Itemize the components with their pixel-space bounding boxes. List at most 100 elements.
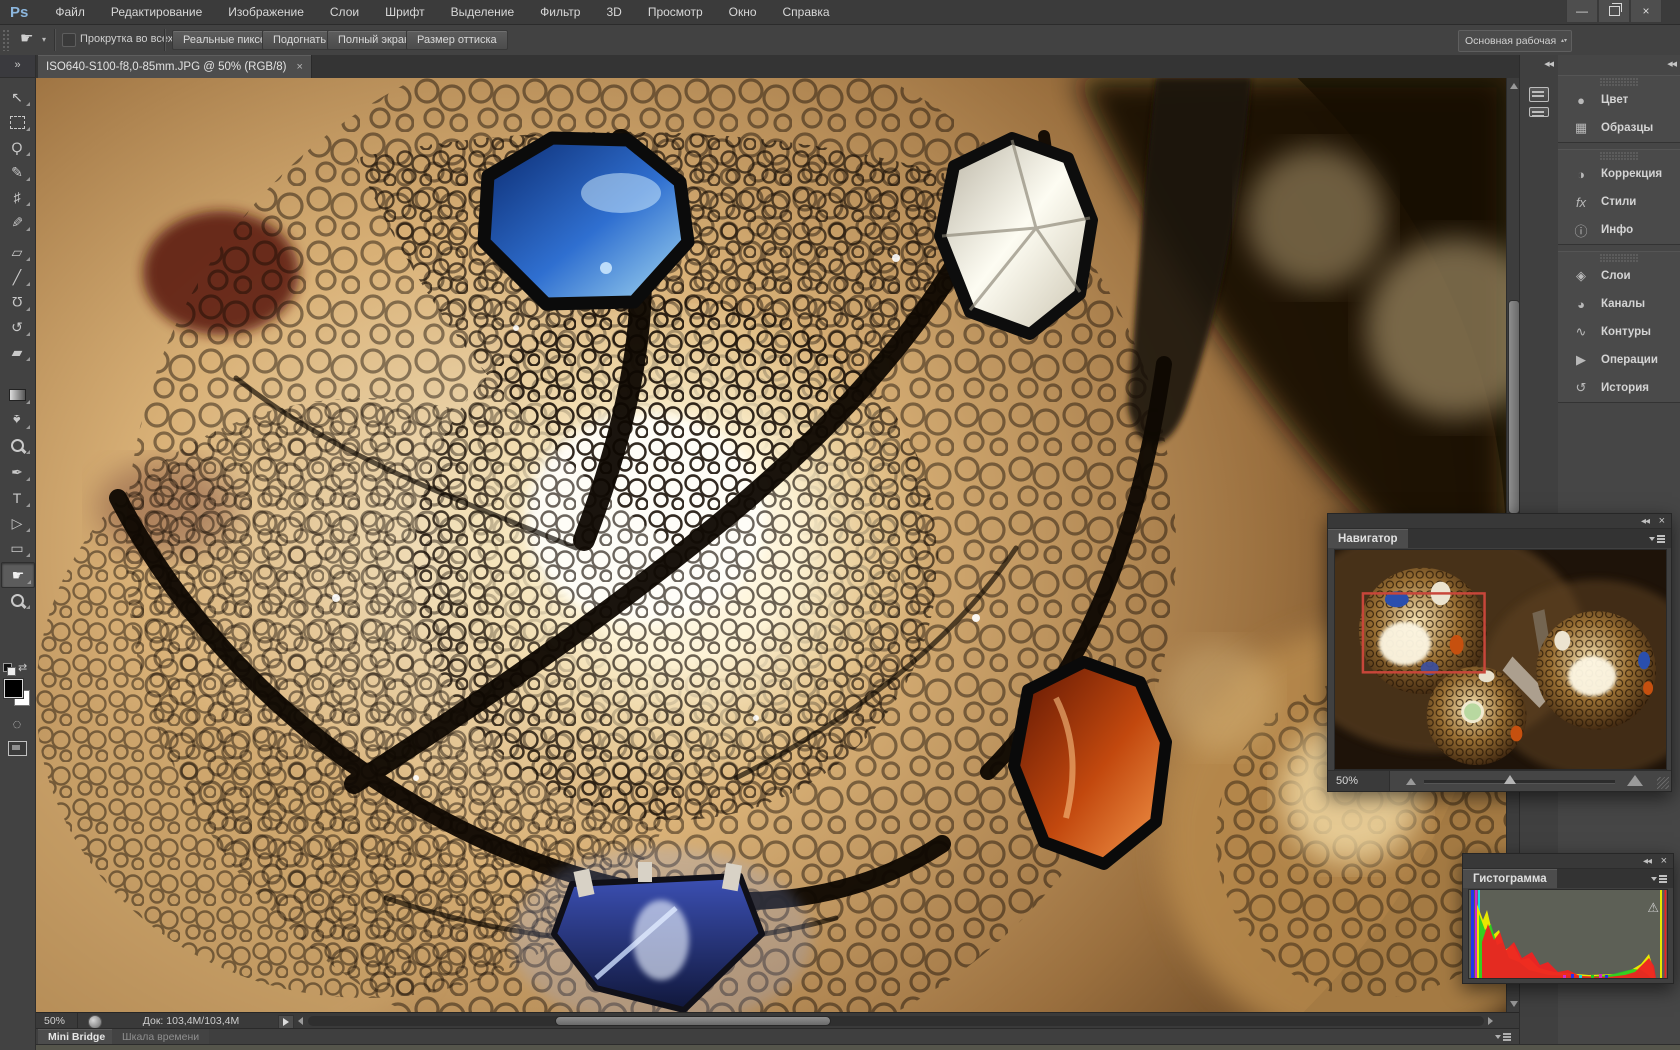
menu-edit[interactable]: Редактирование: [98, 0, 215, 24]
quick-mask-button[interactable]: ◌: [1, 713, 33, 735]
menu-file[interactable]: Файл: [42, 0, 98, 24]
tools-expand-button[interactable]: »: [0, 55, 35, 78]
menu-image[interactable]: Изображение: [215, 0, 317, 24]
dock-item-channels[interactable]: ◕ Каналы: [1558, 290, 1680, 318]
panel-group-gripper[interactable]: [1599, 152, 1639, 160]
scroll-up-icon[interactable]: [1510, 83, 1518, 89]
histogram-header[interactable]: ◀◀ ×: [1463, 854, 1673, 869]
eraser-tool[interactable]: ▰: [1, 340, 33, 364]
navigator-thumbnail[interactable]: [1334, 549, 1667, 770]
document-canvas[interactable]: [36, 78, 1506, 1012]
hand-tool-icon[interactable]: ☛: [20, 29, 33, 47]
panel-group-gripper[interactable]: [1599, 78, 1639, 86]
crop-tool[interactable]: ♯: [1, 185, 33, 209]
collapsed-panel-button-2[interactable]: [1529, 107, 1549, 117]
menu-select[interactable]: Выделение: [438, 0, 528, 24]
zoom-in-icon[interactable]: [1627, 775, 1643, 786]
dock-item-adjustments[interactable]: ◑ Коррекция: [1558, 160, 1680, 188]
zoom-tool[interactable]: [1, 588, 33, 612]
horizontal-scrollbar-thumb[interactable]: [555, 1016, 831, 1026]
path-selection-tool[interactable]: ▷: [1, 511, 33, 535]
dock-item-styles[interactable]: fx Стили: [1558, 188, 1680, 216]
menu-view[interactable]: Просмотр: [635, 0, 716, 24]
panel-close-icon[interactable]: ×: [1661, 854, 1667, 868]
panel-menu-icon[interactable]: [1649, 535, 1665, 543]
screen-mode-button[interactable]: [8, 741, 27, 756]
horizontal-scrollbar[interactable]: [308, 1016, 1484, 1026]
histogram-refresh-warning-icon[interactable]: ⚠: [1647, 900, 1659, 916]
dock-item-history[interactable]: ↺ История: [1558, 374, 1680, 402]
panel-collapse-icon[interactable]: ◀◀: [1643, 857, 1652, 865]
clone-stamp-tool[interactable]: Ω: [1, 290, 33, 314]
quick-selection-tool[interactable]: ✎: [1, 160, 33, 184]
rectangular-marquee-tool[interactable]: [1, 110, 33, 134]
dock-collapse-icon[interactable]: ◀◀: [1667, 60, 1677, 68]
history-brush-tool[interactable]: ↺: [1, 315, 33, 339]
document-tab[interactable]: ISO640-S100-f8,0-85mm.JPG @ 50% (RGB/8) …: [38, 55, 312, 78]
options-bar-gripper[interactable]: [2, 29, 9, 51]
status-popup-icon[interactable]: [88, 1015, 102, 1029]
rectangle-tool[interactable]: ▭: [1, 536, 33, 560]
dock-item-actions[interactable]: ▶ Операции: [1558, 346, 1680, 374]
scroll-all-windows-checkbox[interactable]: [62, 33, 76, 47]
foreground-color-swatch[interactable]: [4, 679, 23, 698]
zoom-slider-track[interactable]: [1424, 780, 1615, 784]
brush-tool[interactable]: ╱: [1, 265, 33, 289]
navigator-header[interactable]: ◀◀ ×: [1328, 514, 1671, 529]
menu-help[interactable]: Справка: [770, 0, 843, 24]
menu-filter[interactable]: Фильтр: [527, 0, 593, 24]
menu-type[interactable]: Шрифт: [372, 0, 437, 24]
gradient-tool[interactable]: [1, 383, 33, 407]
zoom-slider-thumb[interactable]: [1504, 775, 1516, 784]
photoshop-window: Ps Файл Редактирование Изображение Слои …: [0, 0, 1680, 1050]
dock-item-paths[interactable]: ∿ Контуры: [1558, 318, 1680, 346]
dock-item-info[interactable]: ⓘ Инфо: [1558, 216, 1680, 244]
print-size-button[interactable]: Размер оттиска: [406, 30, 508, 50]
panel-menu-icon[interactable]: [1495, 1033, 1511, 1041]
dock-collapse-icon[interactable]: ◀◀: [1544, 60, 1554, 68]
default-colors-icon[interactable]: [3, 663, 16, 676]
menu-3d[interactable]: 3D: [593, 0, 634, 24]
panel-group-gripper[interactable]: [1599, 254, 1639, 262]
histogram-tab[interactable]: Гистограмма: [1463, 869, 1557, 888]
status-info-popup-button[interactable]: [278, 1015, 294, 1029]
panel-collapse-icon[interactable]: ◀◀: [1641, 517, 1650, 525]
restore-button[interactable]: [1598, 0, 1630, 23]
type-tool[interactable]: T: [1, 486, 33, 510]
tab-timeline[interactable]: Шкала времени: [112, 1029, 210, 1045]
panel-menu-icon[interactable]: [1651, 875, 1667, 883]
tool-preset-caret-icon[interactable]: ▾: [42, 35, 46, 44]
healing-brush-tool[interactable]: ▱: [1, 240, 33, 264]
menu-layers[interactable]: Слои: [317, 0, 372, 24]
document-close-icon[interactable]: ×: [296, 61, 302, 73]
minimize-button[interactable]: —: [1566, 0, 1598, 23]
status-zoom-field[interactable]: 50%: [38, 1013, 78, 1029]
menu-window[interactable]: Окно: [716, 0, 770, 24]
navigator-zoom-value[interactable]: 50%: [1328, 771, 1390, 791]
tab-mini-bridge[interactable]: Mini Bridge: [38, 1029, 116, 1045]
scroll-right-icon[interactable]: [1488, 1017, 1493, 1025]
move-tool[interactable]: ↖: [1, 85, 33, 109]
navigator-panel: ◀◀ × Навигатор 50%: [1327, 513, 1672, 792]
close-button[interactable]: ×: [1630, 0, 1662, 23]
blur-tool[interactable]: ♠: [1, 408, 33, 432]
fit-screen-button[interactable]: Подогнать: [262, 30, 338, 50]
dodge-tool[interactable]: [1, 433, 33, 457]
collapsed-panel-button[interactable]: [1529, 87, 1549, 102]
eyedropper-tool[interactable]: ✎: [1, 210, 33, 234]
scroll-down-icon[interactable]: [1510, 1001, 1518, 1007]
lasso-tool[interactable]: Ϙ: [1, 135, 33, 159]
scroll-left-icon[interactable]: [298, 1017, 303, 1025]
swap-colors-icon[interactable]: ⇄: [18, 661, 27, 674]
zoom-out-icon[interactable]: [1406, 778, 1416, 785]
workspace-select[interactable]: Основная рабочая среда ▴▾: [1458, 30, 1572, 52]
pen-tool[interactable]: ✒: [1, 460, 33, 484]
panel-resize-grip[interactable]: [1657, 777, 1669, 789]
hand-tool[interactable]: ☛: [1, 562, 35, 588]
panel-close-icon[interactable]: ×: [1659, 514, 1665, 528]
paths-panel-icon: ∿: [1575, 324, 1587, 339]
dock-item-layers[interactable]: ◈ Слои: [1558, 262, 1680, 290]
dock-item-swatches[interactable]: ▦ Образцы: [1558, 114, 1680, 142]
dock-item-color[interactable]: ● Цвет: [1558, 86, 1680, 114]
navigator-tab[interactable]: Навигатор: [1328, 529, 1408, 548]
